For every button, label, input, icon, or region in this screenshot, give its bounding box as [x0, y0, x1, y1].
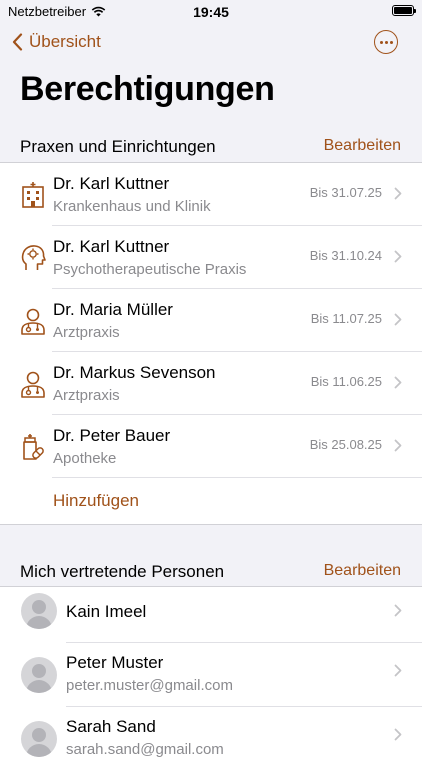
representative-name: Kain Imeel: [66, 602, 147, 621]
chevron-right-icon: [394, 376, 402, 389]
representative-row[interactable]: Kain Imeel: [0, 587, 422, 643]
representative-row[interactable]: Peter Muster peter.muster@gmail.com: [0, 643, 422, 707]
practice-name: Dr. Karl Kuttner: [53, 174, 170, 193]
representative-email: peter.muster@gmail.com: [66, 677, 233, 694]
representative-row[interactable]: Sarah Sand sarah.sand@gmail.com: [0, 707, 422, 771]
practice-valid-until: Bis 31.07.25: [309, 185, 382, 200]
avatar: [21, 593, 57, 629]
chevron-left-icon: [12, 33, 23, 51]
practices-edit-button[interactable]: Bearbeiten: [324, 137, 401, 155]
chevron-right-icon: [394, 604, 402, 617]
add-practice-row: Hinzufügen: [0, 478, 422, 524]
practice-valid-until: Bis 25.08.25: [309, 437, 382, 452]
ellipsis-icon: [379, 40, 383, 44]
practice-type: Arztpraxis: [53, 387, 120, 404]
representatives-section-header: Mich vertretende Personen Bearbeiten: [0, 556, 422, 586]
practice-type: Krankenhaus und Klinik: [53, 198, 211, 215]
chevron-right-icon: [394, 439, 402, 452]
representatives-section-title: Mich vertretende Personen: [20, 562, 225, 581]
practice-valid-until: Bis 11.06.25: [310, 374, 382, 389]
chevron-right-icon: [394, 664, 402, 677]
practice-type: Apotheke: [53, 450, 117, 467]
navigation-bar: Übersicht: [0, 30, 422, 60]
chevron-right-icon: [394, 728, 402, 741]
avatar: [21, 721, 57, 757]
practice-row[interactable]: Dr. Karl Kuttner Psychotherapeutische Pr…: [0, 226, 422, 289]
representative-name: Peter Muster: [66, 653, 164, 672]
practice-name: Dr. Karl Kuttner: [53, 237, 170, 256]
practice-type: Psychotherapeutische Praxis: [53, 261, 247, 278]
avatar: [21, 657, 57, 693]
practices-section-title: Praxen und Einrichtungen: [20, 137, 216, 156]
add-practice-button[interactable]: Hinzufügen: [53, 491, 139, 511]
practice-name: Dr. Markus Sevenson: [53, 363, 216, 382]
practice-name: Dr. Maria Müller: [53, 300, 173, 319]
practice-type: Arztpraxis: [53, 324, 120, 341]
chevron-right-icon: [394, 313, 402, 326]
practice-valid-until: Bis 31.10.24: [309, 248, 382, 263]
page-title: Berechtigungen: [20, 70, 275, 108]
representatives-edit-button[interactable]: Bearbeiten: [324, 562, 401, 580]
chevron-right-icon: [394, 250, 402, 263]
more-options-button[interactable]: [374, 30, 398, 54]
back-button-label: Übersicht: [29, 32, 101, 51]
doctor-icon: [21, 371, 45, 398]
back-button[interactable]: Übersicht: [12, 32, 101, 52]
status-bar: Netzbetreiber 19:45: [0, 0, 422, 24]
practice-valid-until: Bis 11.07.25: [310, 311, 382, 326]
psychology-icon: [21, 245, 46, 270]
representatives-list: Kain Imeel Peter Muster peter.muster@gma…: [0, 586, 422, 771]
hospital-icon: [22, 182, 44, 208]
practice-row[interactable]: Dr. Markus Sevenson Arztpraxis Bis 11.06…: [0, 352, 422, 415]
battery-icon: [392, 5, 416, 16]
status-time: 19:45: [193, 4, 229, 20]
practice-row[interactable]: Dr. Peter Bauer Apotheke Bis 25.08.25: [0, 415, 422, 478]
chevron-right-icon: [394, 187, 402, 200]
practice-name: Dr. Peter Bauer: [53, 426, 171, 445]
practice-row[interactable]: Dr. Maria Müller Arztpraxis Bis 11.07.25: [0, 289, 422, 352]
practices-section-header: Praxen und Einrichtungen Bearbeiten: [0, 131, 422, 161]
representative-name: Sarah Sand: [66, 717, 156, 736]
practices-list: Dr. Karl Kuttner Krankenhaus und Klinik …: [0, 162, 422, 525]
doctor-icon: [21, 308, 45, 335]
pharmacy-icon: [23, 434, 44, 460]
practice-row[interactable]: Dr. Karl Kuttner Krankenhaus und Klinik …: [0, 163, 422, 226]
